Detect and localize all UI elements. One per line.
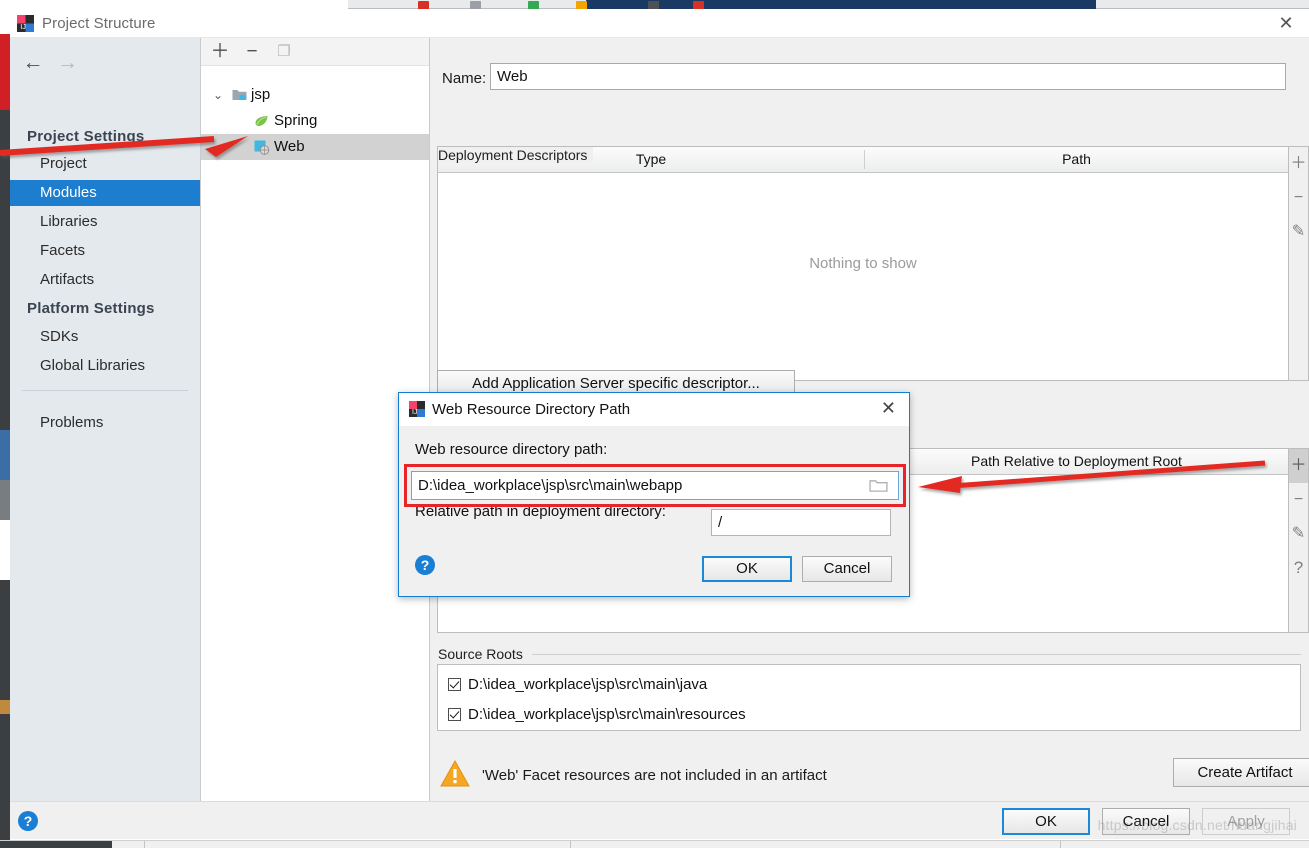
remove-web-resource-button[interactable]: − — [1289, 483, 1308, 517]
edit-web-resource-button[interactable]: ✎ — [1289, 517, 1308, 551]
nav-history-controls: ← → — [18, 52, 82, 74]
dialog-title: Web Resource Directory Path — [432, 401, 631, 418]
add-descriptor-button[interactable]: ＋ — [1289, 147, 1308, 181]
tree-label-jsp: jsp — [251, 86, 271, 103]
dialog-titlebar: IJ Web Resource Directory Path ✕ — [399, 393, 909, 426]
deployment-descriptors-toolbar: ＋ − ✎ — [1289, 146, 1309, 381]
taskbar-item[interactable] — [570, 841, 680, 848]
taskbar-item[interactable] — [144, 841, 324, 848]
deployment-descriptors-title: Deployment Descriptors — [438, 147, 594, 163]
ok-button[interactable]: OK — [1002, 808, 1090, 835]
spring-leaf-icon — [255, 116, 268, 126]
relative-path-label: Relative path in deployment directory: — [415, 503, 666, 520]
web-resource-directories-toolbar: ＋ − ✎ ? — [1289, 448, 1309, 633]
sidebar-item-problems[interactable]: Problems — [10, 410, 200, 436]
folder-module-icon — [232, 90, 247, 100]
source-root-path: D:\idea_workplace\jsp\src\main\java — [468, 676, 708, 693]
sidebar-item-modules[interactable]: Modules — [10, 180, 200, 206]
section-rule — [532, 654, 1301, 655]
dialog-close-icon[interactable]: ✕ — [881, 398, 896, 419]
create-artifact-button[interactable]: Create Artifact — [1173, 758, 1309, 787]
sidebar-item-global-libraries[interactable]: Global Libraries — [10, 353, 200, 379]
module-tree-toolbar: ＋ − ❐ — [201, 38, 429, 66]
sidebar-item-facets[interactable]: Facets — [10, 238, 200, 264]
dialog-footer: ? OK Cancel Apply https://blog.csdn.net/… — [10, 801, 1309, 839]
module-name-input[interactable] — [490, 63, 1286, 90]
dialog-help-button[interactable]: ? — [415, 555, 435, 575]
window-title: Project Structure — [42, 15, 156, 32]
window-close-icon[interactable]: ✕ — [1277, 14, 1295, 33]
deployment-descriptors-empty-message: Nothing to show — [809, 255, 917, 272]
background-browser-bookmark-bar — [348, 0, 1309, 10]
intellij-idea-logo-icon: IJ — [17, 15, 34, 32]
dialog-cancel-button[interactable]: Cancel — [802, 556, 892, 582]
help-web-resource-button[interactable]: ? — [1289, 551, 1308, 585]
dialog-ok-button[interactable]: OK — [702, 556, 792, 582]
nav-forward-icon[interactable]: → — [52, 52, 82, 73]
tree-row-jsp[interactable]: ⌄ jsp — [201, 82, 429, 108]
intellij-idea-logo-icon: IJ — [409, 401, 425, 417]
sidebar-item-libraries[interactable]: Libraries — [10, 209, 200, 235]
source-roots-list[interactable]: D:\idea_workplace\jsp\src\main\java D:\i… — [437, 664, 1301, 731]
tree-label-web: Web — [274, 138, 305, 155]
artifact-warning-text: 'Web' Facet resources are not included i… — [482, 767, 827, 784]
column-header-path[interactable]: Path — [865, 147, 1288, 172]
tree-row-spring[interactable]: Spring — [201, 108, 429, 134]
copy-module-button[interactable]: ❐ — [273, 42, 295, 62]
chevron-down-icon[interactable]: ⌄ — [211, 82, 225, 108]
web-resource-path-input[interactable] — [411, 471, 899, 500]
edit-descriptor-button[interactable]: ✎ — [1289, 215, 1308, 249]
module-tree-panel: ＋ − ❐ ⌄ jsp Spring Web — [200, 38, 430, 801]
window-titlebar: IJ Project Structure ✕ — [10, 9, 1309, 38]
source-root-item-resources[interactable]: D:\idea_workplace\jsp\src\main\resources — [448, 706, 746, 723]
checkbox-icon[interactable] — [448, 678, 461, 691]
sidebar-item-sdks[interactable]: SDKs — [10, 324, 200, 350]
nav-back-icon[interactable]: ← — [18, 52, 48, 73]
tree-label-spring: Spring — [274, 112, 318, 129]
source-root-path: D:\idea_workplace\jsp\src\main\resources — [468, 706, 746, 723]
tree-row-web[interactable]: Web — [201, 134, 429, 160]
sidebar-item-project[interactable]: Project — [10, 151, 200, 177]
source-root-item-java[interactable]: D:\idea_workplace\jsp\src\main\java — [448, 676, 707, 693]
sidebar-group-project-settings: Project Settings — [27, 128, 145, 145]
sidebar-group-platform-settings: Platform Settings — [27, 300, 155, 317]
web-resource-path-label: Web resource directory path: — [415, 441, 608, 458]
svg-text:IJ: IJ — [20, 22, 26, 31]
watermark-text: https://blog.csdn.net/huangjihai — [1097, 817, 1297, 833]
svg-text:IJ: IJ — [412, 409, 417, 416]
column-header-path-relative-to-deployment-root[interactable]: Path Relative to Deployment Root — [865, 449, 1288, 474]
deployment-descriptors-table[interactable]: Type Path Nothing to show — [437, 146, 1289, 381]
windows-taskbar-strip — [0, 840, 1309, 848]
remove-module-button[interactable]: − — [241, 42, 263, 62]
taskbar-dark-segment — [0, 841, 112, 848]
remove-descriptor-button[interactable]: − — [1289, 181, 1308, 215]
sidebar-item-artifacts[interactable]: Artifacts — [10, 267, 200, 293]
add-module-button[interactable]: ＋ — [209, 42, 231, 62]
relative-path-input[interactable] — [711, 509, 891, 536]
background-browser-titlebar — [586, 0, 1096, 9]
checkbox-icon[interactable] — [448, 708, 461, 721]
add-web-resource-button[interactable]: ＋ — [1289, 449, 1308, 483]
folder-browse-icon[interactable] — [869, 478, 888, 493]
desktop-background-strip — [0, 0, 10, 848]
web-resource-directory-path-dialog: IJ Web Resource Directory Path ✕ Web res… — [398, 392, 910, 597]
source-roots-title: Source Roots — [438, 646, 529, 662]
web-facet-icon — [254, 140, 270, 155]
name-label: Name: — [442, 70, 487, 87]
warning-triangle-icon — [440, 760, 470, 787]
settings-sidebar: ← → Project Settings Platform Settings P… — [10, 38, 200, 801]
sidebar-divider — [22, 390, 188, 391]
taskbar-item[interactable] — [1060, 841, 1240, 848]
help-button[interactable]: ? — [18, 811, 38, 831]
